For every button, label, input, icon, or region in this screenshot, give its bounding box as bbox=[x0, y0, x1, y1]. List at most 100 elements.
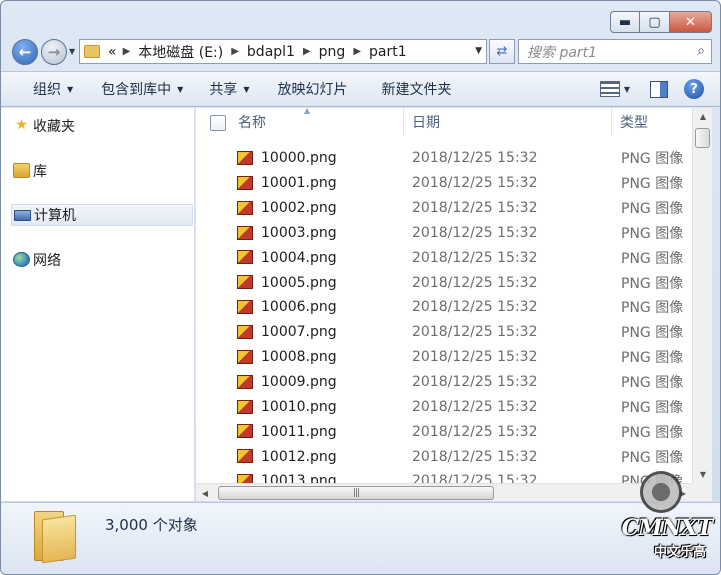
file-date: 2018/12/25 15:32 bbox=[412, 423, 538, 440]
caret-down-icon: ▼ bbox=[243, 84, 250, 94]
address-overflow[interactable]: « bbox=[108, 44, 117, 60]
search-input[interactable]: 搜索 part1 ⌕ bbox=[518, 39, 712, 64]
column-type[interactable]: 类型 bbox=[612, 108, 692, 136]
file-type: PNG 图像 bbox=[621, 300, 684, 317]
recent-pages-dropdown[interactable]: ▼ bbox=[69, 47, 75, 56]
file-type: PNG 图像 bbox=[621, 250, 684, 267]
file-name: 10010.png bbox=[261, 398, 337, 415]
organize-button[interactable]: 组织 ▼ bbox=[23, 72, 83, 106]
scroll-up-icon[interactable]: ▲ bbox=[693, 108, 712, 125]
caret-down-icon[interactable]: ▼ bbox=[624, 85, 630, 94]
nav-item-favorites[interactable]: ★ 收藏夹 bbox=[11, 115, 193, 137]
caret-down-icon: ▼ bbox=[67, 84, 74, 94]
file-date: 2018/12/25 15:32 bbox=[412, 200, 538, 217]
file-type: PNG 图像 bbox=[621, 399, 684, 416]
back-button[interactable]: ← bbox=[12, 39, 38, 65]
file-row[interactable]: 10007.png 2018/12/25 15:32 PNG 图像 bbox=[196, 320, 692, 345]
file-row[interactable]: 10000.png 2018/12/25 15:32 PNG 图像 bbox=[196, 146, 692, 171]
file-date: 2018/12/25 15:32 bbox=[412, 175, 538, 192]
file-date: 2018/12/25 15:32 bbox=[412, 448, 538, 465]
column-header: ▲ 名称 日期 类型 bbox=[196, 108, 692, 136]
file-row[interactable]: 10009.png 2018/12/25 15:32 PNG 图像 bbox=[196, 370, 692, 395]
breadcrumb-png[interactable]: png bbox=[319, 44, 346, 60]
preview-pane-icon[interactable] bbox=[650, 80, 668, 98]
explorer-window: ▬ ▢ ✕ ← → ▼ « ▶ 本地磁盘 (E:) ▶ bdapl1 ▶ png… bbox=[0, 0, 721, 575]
caret-down-icon: ▼ bbox=[177, 84, 184, 94]
item-count: 3,000 个对象 bbox=[105, 516, 198, 534]
file-name: 10009.png bbox=[261, 374, 337, 391]
close-button[interactable]: ✕ bbox=[670, 11, 712, 33]
column-name[interactable]: 名称 bbox=[230, 108, 404, 136]
file-date: 2018/12/25 15:32 bbox=[412, 299, 538, 316]
slideshow-label: 放映幻灯片 bbox=[277, 82, 348, 98]
file-type: PNG 图像 bbox=[621, 350, 684, 367]
png-file-icon bbox=[237, 374, 253, 389]
address-bar[interactable]: « ▶ 本地磁盘 (E:) ▶ bdapl1 ▶ png ▶ part1 ▼ bbox=[79, 39, 487, 64]
forward-arrow-icon: → bbox=[47, 43, 61, 61]
vertical-scrollbar[interactable]: ▲ ▼ bbox=[692, 108, 712, 483]
help-icon[interactable]: ? bbox=[684, 79, 704, 99]
breadcrumb-bdapl1[interactable]: bdapl1 bbox=[247, 44, 295, 60]
file-name: 10006.png bbox=[261, 299, 337, 316]
png-file-icon bbox=[237, 275, 253, 290]
nav-item-computer[interactable]: 计算机 bbox=[11, 204, 193, 226]
address-dropdown-icon[interactable]: ▼ bbox=[475, 46, 482, 56]
horizontal-scroll-thumb[interactable]: ||| bbox=[218, 486, 494, 500]
file-row[interactable]: 10002.png 2018/12/25 15:32 PNG 图像 bbox=[196, 196, 692, 221]
png-file-icon bbox=[237, 175, 253, 190]
file-name: 10003.png bbox=[261, 224, 337, 241]
chevron-right-icon[interactable]: ▶ bbox=[231, 46, 239, 57]
file-name: 10008.png bbox=[261, 349, 337, 366]
file-row[interactable]: 10012.png 2018/12/25 15:32 PNG 图像 bbox=[196, 444, 692, 469]
star-icon: ★ bbox=[15, 117, 28, 133]
select-all-checkbox[interactable] bbox=[210, 115, 226, 131]
file-row[interactable]: 10001.png 2018/12/25 15:32 PNG 图像 bbox=[196, 171, 692, 196]
file-row[interactable]: 10004.png 2018/12/25 15:32 PNG 图像 bbox=[196, 245, 692, 270]
file-date: 2018/12/25 15:32 bbox=[412, 274, 538, 291]
network-icon bbox=[13, 252, 30, 267]
back-arrow-icon: ← bbox=[18, 43, 32, 61]
new-folder-label: 新建文件夹 bbox=[381, 82, 452, 98]
file-row[interactable]: 10011.png 2018/12/25 15:32 PNG 图像 bbox=[196, 419, 692, 444]
file-name: 10005.png bbox=[261, 274, 337, 291]
file-type: PNG 图像 bbox=[621, 151, 684, 168]
file-list: ▲ 名称 日期 类型 10000.png 2018/12/25 15:32 PNG … bbox=[196, 108, 712, 501]
file-row[interactable]: 10003.png 2018/12/25 15:32 PNG 图像 bbox=[196, 221, 692, 246]
maximize-button[interactable]: ▢ bbox=[640, 11, 670, 33]
scroll-left-icon[interactable]: ◀ bbox=[196, 484, 214, 501]
nav-item-label: 收藏夹 bbox=[33, 119, 75, 135]
breadcrumb-drive[interactable]: 本地磁盘 (E:) bbox=[138, 42, 223, 62]
search-icon[interactable]: ⌕ bbox=[697, 43, 705, 59]
nav-item-network[interactable]: 网络 bbox=[11, 249, 193, 271]
vertical-scroll-thumb[interactable] bbox=[695, 128, 710, 148]
share-button[interactable]: 共享 ▼ bbox=[199, 72, 259, 106]
nav-item-libraries[interactable]: 库 bbox=[11, 160, 193, 182]
file-type: PNG 图像 bbox=[621, 275, 684, 292]
refresh-button[interactable]: ⇄ bbox=[489, 39, 515, 64]
chevron-right-icon[interactable]: ▶ bbox=[303, 46, 311, 57]
watermark-brand: CMNXT bbox=[621, 515, 713, 541]
chevron-right-icon[interactable]: ▶ bbox=[353, 46, 361, 57]
file-type: PNG 图像 bbox=[621, 201, 684, 218]
slideshow-button[interactable]: 放映幻灯片 bbox=[267, 72, 357, 106]
png-file-icon bbox=[237, 200, 253, 215]
file-row[interactable]: 10010.png 2018/12/25 15:32 PNG 图像 bbox=[196, 395, 692, 420]
view-options-icon[interactable] bbox=[599, 81, 620, 97]
breadcrumb-part1[interactable]: part1 bbox=[369, 44, 407, 60]
column-date[interactable]: 日期 bbox=[404, 108, 612, 136]
file-row[interactable]: 10008.png 2018/12/25 15:32 PNG 图像 bbox=[196, 345, 692, 370]
new-folder-button[interactable]: 新建文件夹 bbox=[371, 72, 461, 106]
chevron-right-icon[interactable]: ▶ bbox=[123, 46, 131, 57]
column-type-label: 类型 bbox=[620, 115, 648, 131]
computer-icon bbox=[14, 210, 31, 221]
command-bar: 组织 ▼ 包含到库中 ▼ 共享 ▼ 放映幻灯片 新建文件夹 ▼ ? bbox=[1, 71, 720, 107]
png-file-icon bbox=[237, 399, 253, 414]
minimize-button[interactable]: ▬ bbox=[610, 11, 640, 33]
file-date: 2018/12/25 15:32 bbox=[412, 398, 538, 415]
forward-button[interactable]: → bbox=[41, 39, 67, 65]
watermark: CMNXT 中文乐高 bbox=[617, 471, 713, 566]
file-date: 2018/12/25 15:32 bbox=[412, 150, 538, 167]
include-in-library-button[interactable]: 包含到库中 ▼ bbox=[91, 72, 193, 106]
file-row[interactable]: 10006.png 2018/12/25 15:32 PNG 图像 bbox=[196, 295, 692, 320]
file-row[interactable]: 10005.png 2018/12/25 15:32 PNG 图像 bbox=[196, 270, 692, 295]
